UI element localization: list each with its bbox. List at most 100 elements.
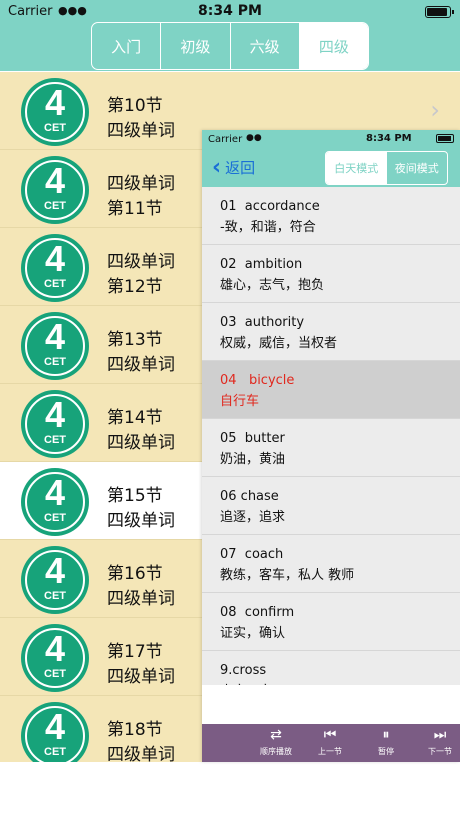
lesson-title-line1: 四级单词 — [107, 252, 175, 272]
badge-text: CET — [44, 200, 66, 212]
word-chinese: 奶油，黄油 — [220, 452, 286, 467]
badge-text: CET — [44, 122, 66, 134]
cet4-badge-icon: 4 CET — [21, 624, 89, 692]
word-chinese: 证实，确认 — [220, 626, 286, 641]
badge-number: 4 — [44, 706, 66, 747]
detail-status-bar: Carrier ●● 8:34 PM — [202, 130, 460, 148]
status-bar: Carrier ●●● 8:34 PM — [0, 0, 460, 22]
word-row[interactable]: 06 chase 追逐，追求 — [202, 477, 460, 535]
detail-header: Carrier ●● 8:34 PM ‹ 返回 白天模式 夜间模式 — [202, 130, 460, 187]
cet4-badge-icon: 4 CET — [21, 312, 89, 380]
cet4-badge-icon: 4 CET — [21, 702, 89, 762]
badge-number: 4 — [44, 238, 66, 279]
word-chinese: -致，和谐，符合 — [220, 220, 316, 235]
player-button-label: 上一节 — [318, 747, 342, 756]
level-segmented-control: 入门 初级 六级 四级 — [91, 22, 369, 70]
badge-number: 4 — [44, 316, 66, 357]
word-english: 02 ambition — [220, 257, 303, 272]
word-row[interactable]: 01 accordance -致，和谐，符合 — [202, 187, 460, 245]
day-mode-button[interactable]: 白天模式 — [326, 152, 387, 184]
lesson-title-line1: 第18节 — [107, 720, 163, 740]
chevron-right-icon: › — [430, 96, 440, 124]
display-mode-control: 白天模式 夜间模式 — [325, 151, 448, 185]
word-chinese: 自行车 — [220, 394, 260, 409]
word-english: 04 bicycle — [220, 373, 295, 388]
lesson-title-line2: 四级单词 — [107, 667, 175, 687]
lesson-title-line1: 第17节 — [107, 642, 163, 662]
word-english: 01 accordance — [220, 199, 320, 214]
lesson-title-line2: 第12节 — [107, 277, 163, 297]
battery-icon — [425, 6, 454, 18]
word-row[interactable]: 03 authority 权威，威信，当权者 — [202, 303, 460, 361]
tab-chuji[interactable]: 初级 — [161, 23, 231, 69]
badge-text: CET — [44, 356, 66, 368]
badge-text: CET — [44, 512, 66, 524]
next-button[interactable]: ⏭ 下一节 — [414, 726, 460, 757]
badge-text: CET — [44, 668, 66, 680]
detail-carrier-label: Carrier — [208, 134, 243, 145]
cet4-badge-icon: 4 CET — [21, 156, 89, 224]
previous-icon: ⏮ — [323, 727, 337, 743]
lesson-title-line1: 第14节 — [107, 408, 163, 428]
lesson-title-line1: 四级单词 — [107, 174, 175, 194]
back-button[interactable]: ‹ 返回 — [212, 154, 256, 180]
player-button-label: 顺序播放 — [260, 747, 292, 756]
detail-battery-icon — [436, 134, 454, 143]
word-row[interactable]: 08 confirm 证实，确认 — [202, 593, 460, 651]
lesson-title-line2: 第11节 — [107, 199, 163, 219]
word-english: 05 butter — [220, 431, 285, 446]
badge-number: 4 — [44, 394, 66, 435]
lesson-title-line1: 第10节 — [107, 96, 163, 116]
pause-icon: ⏸ — [382, 727, 390, 743]
word-chinese: 雄心，志气，抱负 — [220, 278, 325, 293]
cet4-badge-icon: 4 CET — [21, 546, 89, 614]
tab-siji[interactable]: 四级 — [299, 23, 368, 69]
lesson-title-line2: 四级单词 — [107, 589, 175, 609]
cet4-badge-icon: 4 CET — [21, 78, 89, 146]
badge-number: 4 — [44, 628, 66, 669]
previous-button[interactable]: ⏮ 上一节 — [304, 726, 356, 757]
word-list: 01 accordance -致，和谐，符合 02 ambition 雄心，志气，抱负… — [202, 187, 460, 685]
word-chinese: 权威，威信，当权者 — [220, 336, 338, 351]
night-mode-button[interactable]: 夜间模式 — [387, 152, 448, 184]
badge-number: 4 — [44, 472, 66, 513]
shuffle-icon: ⇄ — [270, 727, 282, 743]
chevron-left-icon: ‹ — [212, 154, 222, 180]
player-button-label: 下一节 — [428, 747, 452, 756]
player-button-label: 暂停 — [378, 747, 394, 756]
pause-button[interactable]: ⏸ 暂停 — [360, 726, 412, 757]
lesson-title-line1: 第15节 — [107, 486, 163, 506]
word-detail-panel: Carrier ●● 8:34 PM ‹ 返回 白天模式 夜间模式 01 acc… — [202, 130, 460, 762]
word-english: 9.cross — [220, 663, 267, 678]
word-english: 06 chase — [220, 489, 279, 504]
detail-wifi-icon: ●● — [246, 133, 262, 143]
next-icon: ⏭ — [433, 727, 447, 743]
shuffle-button[interactable]: ⇄ 顺序播放 — [250, 726, 302, 757]
word-english: 08 confirm — [220, 605, 295, 620]
word-row[interactable]: 9.cross 十字，交叉 — [202, 651, 460, 685]
badge-text: CET — [44, 278, 66, 290]
lesson-title-line2: 四级单词 — [107, 745, 175, 762]
lesson-title-line1: 第16节 — [107, 564, 163, 584]
badge-number: 4 — [44, 550, 66, 591]
lesson-title-line2: 四级单词 — [107, 511, 175, 531]
badge-text: CET — [44, 590, 66, 602]
word-row[interactable]: 04 bicycle 自行车 — [202, 361, 460, 419]
badge-text: CET — [44, 746, 66, 758]
word-english: 03 authority — [220, 315, 305, 330]
back-label: 返回 — [225, 159, 256, 177]
word-row[interactable]: 02 ambition 雄心，志气，抱负 — [202, 245, 460, 303]
word-row[interactable]: 07 coach 教练，客车，私人 教师 — [202, 535, 460, 593]
badge-number: 4 — [44, 82, 66, 123]
tab-rumen[interactable]: 入门 — [92, 23, 162, 69]
app-screen: Carrier ●●● 8:34 PM 入门 初级 六级 四级 4 CET 第10节… — [0, 0, 460, 818]
top-header: Carrier ●●● 8:34 PM 入门 初级 六级 四级 — [0, 0, 460, 71]
audio-player-bar: ⇄ 顺序播放 ⏮ 上一节 ⏸ 暂停 ⏭ 下一节 — [202, 724, 460, 762]
word-chinese: 教练，客车，私人 教师 — [220, 568, 355, 583]
tab-liuji[interactable]: 六级 — [231, 23, 300, 69]
cet4-badge-icon: 4 CET — [21, 234, 89, 302]
cet4-badge-icon: 4 CET — [21, 468, 89, 536]
word-row[interactable]: 05 butter 奶油，黄油 — [202, 419, 460, 477]
lesson-title-line1: 第13节 — [107, 330, 163, 350]
word-english: 07 coach — [220, 547, 284, 562]
